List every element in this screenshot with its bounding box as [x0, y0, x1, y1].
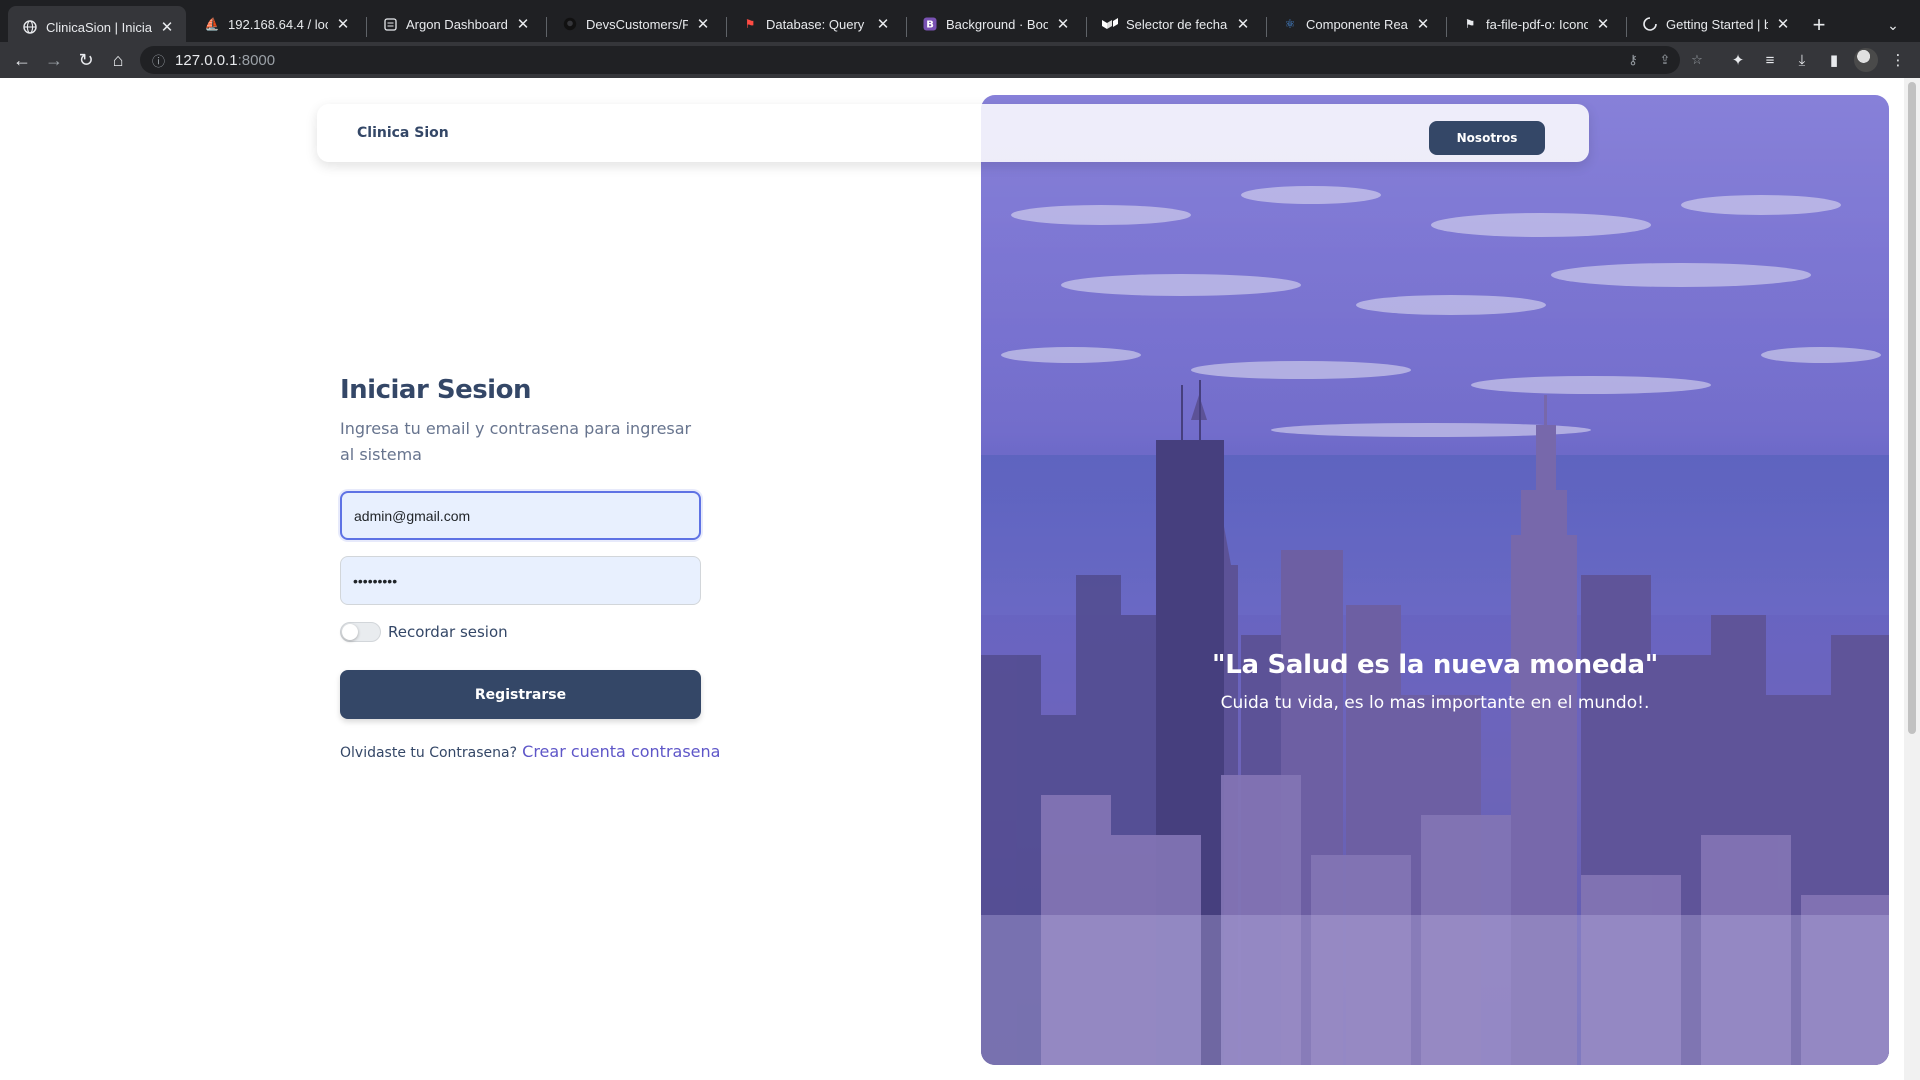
hero-panel: "La Salud es la nueva moneda" Cuida tu v… — [981, 95, 1889, 1065]
back-arrow-icon[interactable]: ← — [8, 46, 36, 74]
browser-toolbar: ← → ↻ ⌂ ⓘ 127.0.0.1:8000 ⚷ ⇪ ☆ ✦ ≡ ⤓ ▮ ⋮ — [0, 42, 1920, 78]
top-navbar: Clinica Sion Nosotros — [317, 104, 1589, 162]
toggle-knob — [342, 624, 358, 640]
browser-tab[interactable]: ⛵ 192.168.64.4 / locall ✕ — [190, 6, 362, 42]
email-field[interactable] — [340, 491, 701, 540]
page-scrollbar[interactable] — [1904, 78, 1920, 1080]
reload-icon[interactable]: ↻ — [72, 46, 100, 74]
password-field[interactable] — [340, 556, 701, 605]
remember-toggle[interactable] — [340, 622, 381, 642]
tab-divider — [906, 17, 907, 37]
scrollbar-thumb[interactable] — [1908, 82, 1916, 734]
browser-tab[interactable]: ⚛ Componente React ✕ — [1268, 6, 1442, 42]
tab-divider — [726, 17, 727, 37]
tab-title: Argon Dashboard 2 — [406, 16, 508, 32]
extensions-icon[interactable]: ✦ — [1724, 46, 1752, 74]
browser-tab[interactable]: Argon Dashboard 2 ✕ — [368, 6, 542, 42]
avatar[interactable] — [1854, 48, 1878, 72]
forgot-password-line: Olvidaste tu Contrasena? Crear cuenta co… — [340, 742, 720, 761]
page-icon — [382, 16, 398, 32]
close-icon[interactable]: ✕ — [1774, 15, 1792, 33]
tab-title: ClinicaSion | Iniciar S — [46, 19, 152, 35]
react-icon: ⚛ — [1284, 17, 1296, 31]
browser-tab-bar: ClinicaSion | Iniciar S ✕ ⛵ 192.168.64.4… — [0, 0, 1920, 48]
tab-title: DevsCustomers/PHP — [586, 16, 688, 32]
tab-title: Componente React — [1306, 16, 1408, 32]
chevron-down-icon[interactable]: ⌄ — [1880, 12, 1906, 38]
url-port: :8000 — [237, 51, 276, 69]
hero-subtext: Cuida tu vida, es lo mas importante en e… — [1220, 693, 1650, 713]
bootstrap-icon: B — [922, 16, 938, 32]
register-button[interactable]: Registrarse — [340, 670, 701, 719]
star-icon[interactable]: ☆ — [1686, 46, 1708, 74]
browser-tab[interactable]: Getting Started | bo ✕ — [1628, 6, 1802, 42]
page-content: "La Salud es la nueva moneda" Cuida tu v… — [0, 78, 1904, 1080]
browser-tab[interactable]: B Background · Bootst ✕ — [908, 6, 1082, 42]
nosotros-button[interactable]: Nosotros — [1429, 121, 1545, 155]
browser-tab[interactable]: ⚑ fa-file-pdf-o: Iconos ✕ — [1448, 6, 1622, 42]
home-icon[interactable]: ⌂ — [104, 46, 132, 74]
svg-text:B: B — [926, 20, 934, 31]
tab-title: Getting Started | bo — [1666, 16, 1768, 32]
reading-list-icon[interactable]: ≡ — [1756, 46, 1784, 74]
new-tab-button[interactable]: + — [1806, 12, 1832, 38]
brand-link[interactable]: Clinica Sion — [357, 104, 449, 162]
github-icon — [562, 16, 578, 32]
browser-tab[interactable]: ⚑ Database: Query Bu ✕ — [728, 6, 902, 42]
forward-arrow-icon[interactable]: → — [40, 46, 68, 74]
page-title: Iniciar Sesion — [340, 375, 531, 405]
mui-icon — [1102, 16, 1118, 32]
globe-icon — [22, 19, 38, 35]
close-icon[interactable]: ✕ — [1414, 15, 1432, 33]
menu-dots-icon[interactable]: ⋮ — [1884, 46, 1912, 74]
tab-title: 192.168.64.4 / locall — [228, 16, 328, 32]
close-icon[interactable]: ✕ — [1234, 15, 1252, 33]
forgot-question: Olvidaste tu Contrasena? — [340, 745, 518, 761]
login-subtitle: Ingresa tu email y contrasena para ingre… — [340, 419, 692, 464]
tab-title: Selector de fecha | A — [1126, 16, 1228, 32]
share-icon[interactable]: ⇪ — [1654, 46, 1676, 74]
key-icon[interactable]: ⚷ — [1622, 46, 1644, 74]
tab-divider — [1446, 17, 1447, 37]
tab-divider — [366, 17, 367, 37]
phpmyadmin-icon: ⛵ — [204, 17, 220, 31]
remember-label: Recordar sesion — [388, 623, 508, 641]
tab-title: fa-file-pdf-o: Iconos — [1486, 16, 1588, 32]
close-icon[interactable]: ✕ — [1594, 15, 1612, 33]
download-icon[interactable]: ⤓ — [1788, 46, 1816, 74]
laravel-icon: ⚑ — [744, 17, 756, 31]
tab-title: Database: Query Bu — [766, 16, 868, 32]
close-icon[interactable]: ✕ — [514, 15, 532, 33]
tab-divider — [1626, 17, 1627, 37]
loader-icon — [1642, 16, 1658, 32]
url-host: 127.0.0.1 — [175, 51, 238, 69]
side-panel-icon[interactable]: ▮ — [1820, 46, 1848, 74]
tab-title: Background · Bootst — [946, 16, 1048, 32]
create-account-link[interactable]: Crear cuenta contrasena — [522, 742, 720, 761]
address-bar[interactable]: ⓘ 127.0.0.1:8000 ⚷ ⇪ ☆ — [140, 46, 1703, 74]
info-icon[interactable]: ⓘ — [152, 51, 165, 70]
close-icon[interactable]: ✕ — [694, 15, 712, 33]
tab-divider — [1086, 17, 1087, 37]
close-icon[interactable]: ✕ — [1054, 15, 1072, 33]
close-icon[interactable]: ✕ — [158, 18, 176, 36]
city-skyline-image — [981, 95, 1889, 1065]
close-icon[interactable]: ✕ — [874, 15, 892, 33]
flag-icon: ⚑ — [1464, 17, 1476, 31]
close-icon[interactable]: ✕ — [334, 15, 352, 33]
browser-tab[interactable]: DevsCustomers/PHP ✕ — [548, 6, 722, 42]
browser-tab[interactable]: Selector de fecha | A ✕ — [1088, 6, 1262, 42]
tab-divider — [546, 17, 547, 37]
tab-divider — [1266, 17, 1267, 37]
url-text: 127.0.0.1:8000 — [175, 52, 275, 69]
hero-quote: "La Salud es la nueva moneda" — [1211, 650, 1659, 680]
